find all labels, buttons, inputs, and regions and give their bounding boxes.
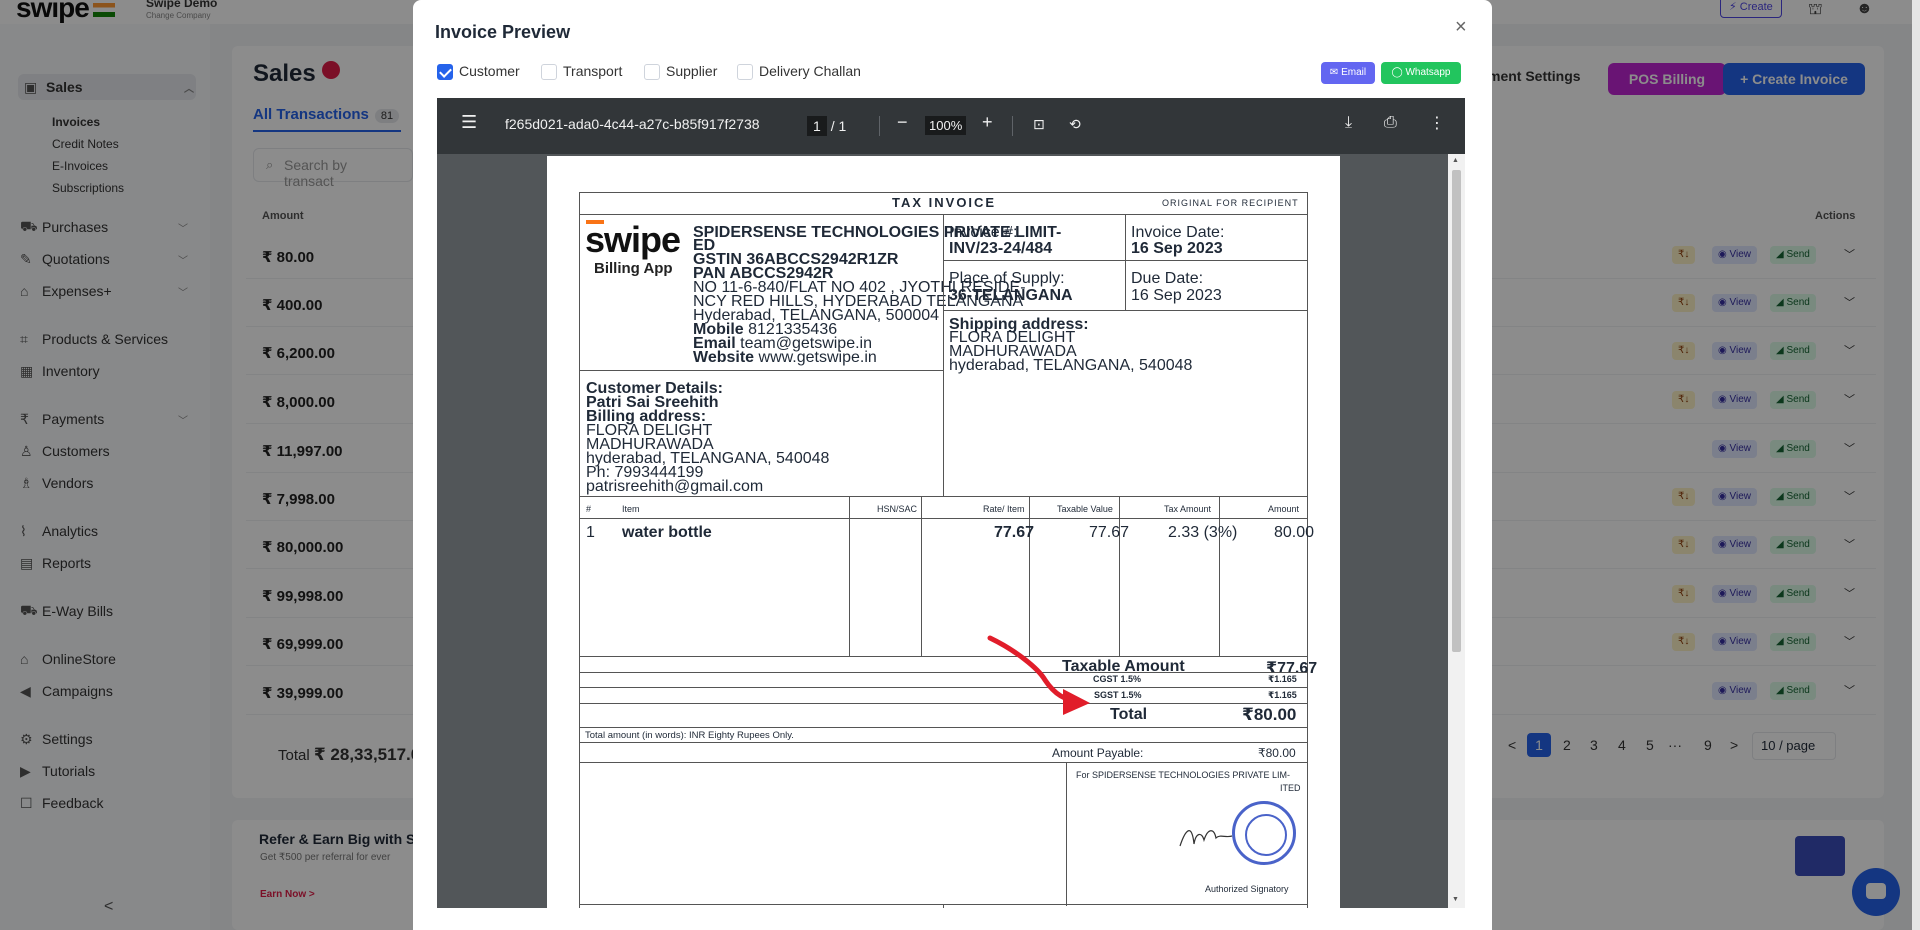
rule [579, 703, 1307, 704]
invoice-logo: swipe [585, 219, 681, 260]
page-scrollbar[interactable] [1912, 0, 1920, 930]
invoice-number: INV/23-24/484 [949, 240, 1053, 257]
col-taxable: Taxable Value [1057, 504, 1113, 514]
rotate-icon[interactable]: ⟲ [1069, 116, 1081, 133]
seller-website: Website www.getswipe.in [693, 349, 877, 366]
more-options-icon[interactable]: ⋮ [1429, 113, 1445, 133]
shipping-address-3: hyderabad, TELANGANA, 540048 [949, 357, 1193, 374]
rule [943, 310, 1307, 311]
sgst-label: SGST 1.5% [1094, 690, 1142, 700]
item-rate: 77.67 [994, 524, 1035, 541]
close-icon[interactable]: × [1455, 16, 1467, 39]
supplier-checkbox-label[interactable]: Supplier [666, 63, 717, 79]
toolbar-divider [1012, 116, 1013, 136]
download-icon[interactable]: ⤓ [1345, 114, 1352, 132]
col-item: Item [622, 504, 640, 514]
rule [579, 687, 1307, 688]
print-icon[interactable]: ⎙ [1384, 114, 1397, 132]
rule [579, 762, 1307, 763]
toolbar-divider [879, 116, 880, 136]
total-value: ₹80.00 [1242, 705, 1297, 724]
invoice-title: TAX INVOICE [892, 195, 997, 210]
rule [1125, 214, 1126, 310]
customer-checkbox-label[interactable]: Customer [459, 63, 520, 79]
amount-in-words: Total amount (in words): INR Eighty Rupe… [585, 730, 794, 741]
zoom-level[interactable]: 100% [925, 116, 967, 135]
rule [579, 496, 1307, 497]
rule [579, 370, 943, 371]
item-name: water bottle [622, 524, 712, 541]
pdf-scrollbar[interactable]: ▲ ▼ [1448, 154, 1465, 908]
transport-checkbox-label[interactable]: Transport [563, 63, 622, 79]
item-index: 1 [586, 524, 595, 541]
menu-icon[interactable]: ☰ [461, 112, 477, 133]
authorized-signatory: Authorized Signatory [1205, 884, 1289, 894]
item-taxable: 77.67 [1089, 524, 1130, 541]
col-rate: Rate/ Item [983, 504, 1025, 514]
rule [1219, 496, 1220, 656]
customer-checkbox[interactable] [437, 64, 453, 80]
pdf-page-current[interactable]: 1 [807, 116, 827, 136]
invoice-copy-label: ORIGINAL FOR RECIPIENT [1162, 198, 1299, 208]
scroll-down-icon[interactable]: ▼ [1452, 896, 1459, 903]
customer-email: patrisreehith@gmail.com [586, 478, 764, 495]
col-tax: Tax Amount [1164, 504, 1212, 514]
rule [579, 656, 1307, 657]
signature-for-line-cont: ITED [1280, 783, 1301, 793]
rule [1119, 496, 1120, 656]
rule [1307, 192, 1308, 908]
rule [579, 742, 1307, 743]
rule [1029, 496, 1030, 656]
invoice-date: 16 Sep 2023 [1131, 240, 1223, 257]
place-of-supply: 36-TELANGANA [949, 287, 1073, 304]
rule [943, 214, 944, 496]
due-date: 16 Sep 2023 [1131, 287, 1222, 304]
supplier-checkbox[interactable] [644, 64, 660, 80]
company-stamp [1232, 801, 1296, 865]
delivery-challan-checkbox[interactable] [737, 64, 753, 80]
zoom-in-icon[interactable]: + [982, 112, 993, 133]
cgst-value: ₹1.165 [1268, 674, 1297, 684]
pdf-page-indicator[interactable]: 1 / 1 [807, 116, 846, 136]
col-hsn: HSN/SAC [877, 504, 918, 514]
sgst-value: ₹1.165 [1268, 690, 1297, 700]
rule [1066, 762, 1067, 906]
signature-for-line: For SPIDERSENSE TECHNOLOGIES PRIVATE LIM… [1076, 770, 1291, 780]
rule [943, 260, 1307, 261]
cgst-label: CGST 1.5% [1093, 674, 1142, 684]
amount-payable-label: Amount Payable: [1052, 746, 1144, 760]
pdf-scroll-thumb[interactable] [1452, 170, 1461, 652]
rule [579, 192, 1307, 193]
rule [849, 496, 850, 656]
rule [921, 496, 922, 656]
place-of-supply-label: Place of Supply: [949, 270, 1065, 287]
amount-payable-value: ₹80.00 [1258, 746, 1296, 760]
item-tax: 2.33 (3%) [1168, 524, 1238, 541]
transport-checkbox[interactable] [541, 64, 557, 80]
col-amount: Amount [1268, 504, 1300, 514]
whatsapp-button[interactable]: ◯ Whatsapp [1381, 62, 1461, 84]
rule [579, 518, 1307, 519]
rule [579, 727, 1307, 728]
total-label: Total [1110, 706, 1148, 723]
scroll-up-icon[interactable]: ▲ [1452, 157, 1459, 164]
pdf-filename: f265d021-ada0-4c44-a27c-b85f917f2738 [505, 116, 760, 132]
fit-page-icon[interactable]: ⊡ [1033, 116, 1045, 133]
col-index: # [586, 504, 592, 514]
due-date-label: Due Date: [1131, 270, 1204, 287]
zoom-out-icon[interactable]: − [897, 112, 908, 133]
item-amount: 80.00 [1274, 524, 1315, 541]
email-button[interactable]: ✉ Email [1321, 62, 1375, 84]
signature-scribble [1179, 830, 1233, 847]
invoice-logo-subtitle: Billing App [594, 260, 673, 277]
rule [579, 672, 1307, 673]
delivery-challan-checkbox-label[interactable]: Delivery Challan [759, 63, 861, 79]
rule [579, 192, 580, 908]
rule [943, 904, 944, 908]
pdf-toolbar: ☰ f265d021-ada0-4c44-a27c-b85f917f2738 1… [437, 98, 1465, 154]
modal-title: Invoice Preview [435, 22, 571, 42]
